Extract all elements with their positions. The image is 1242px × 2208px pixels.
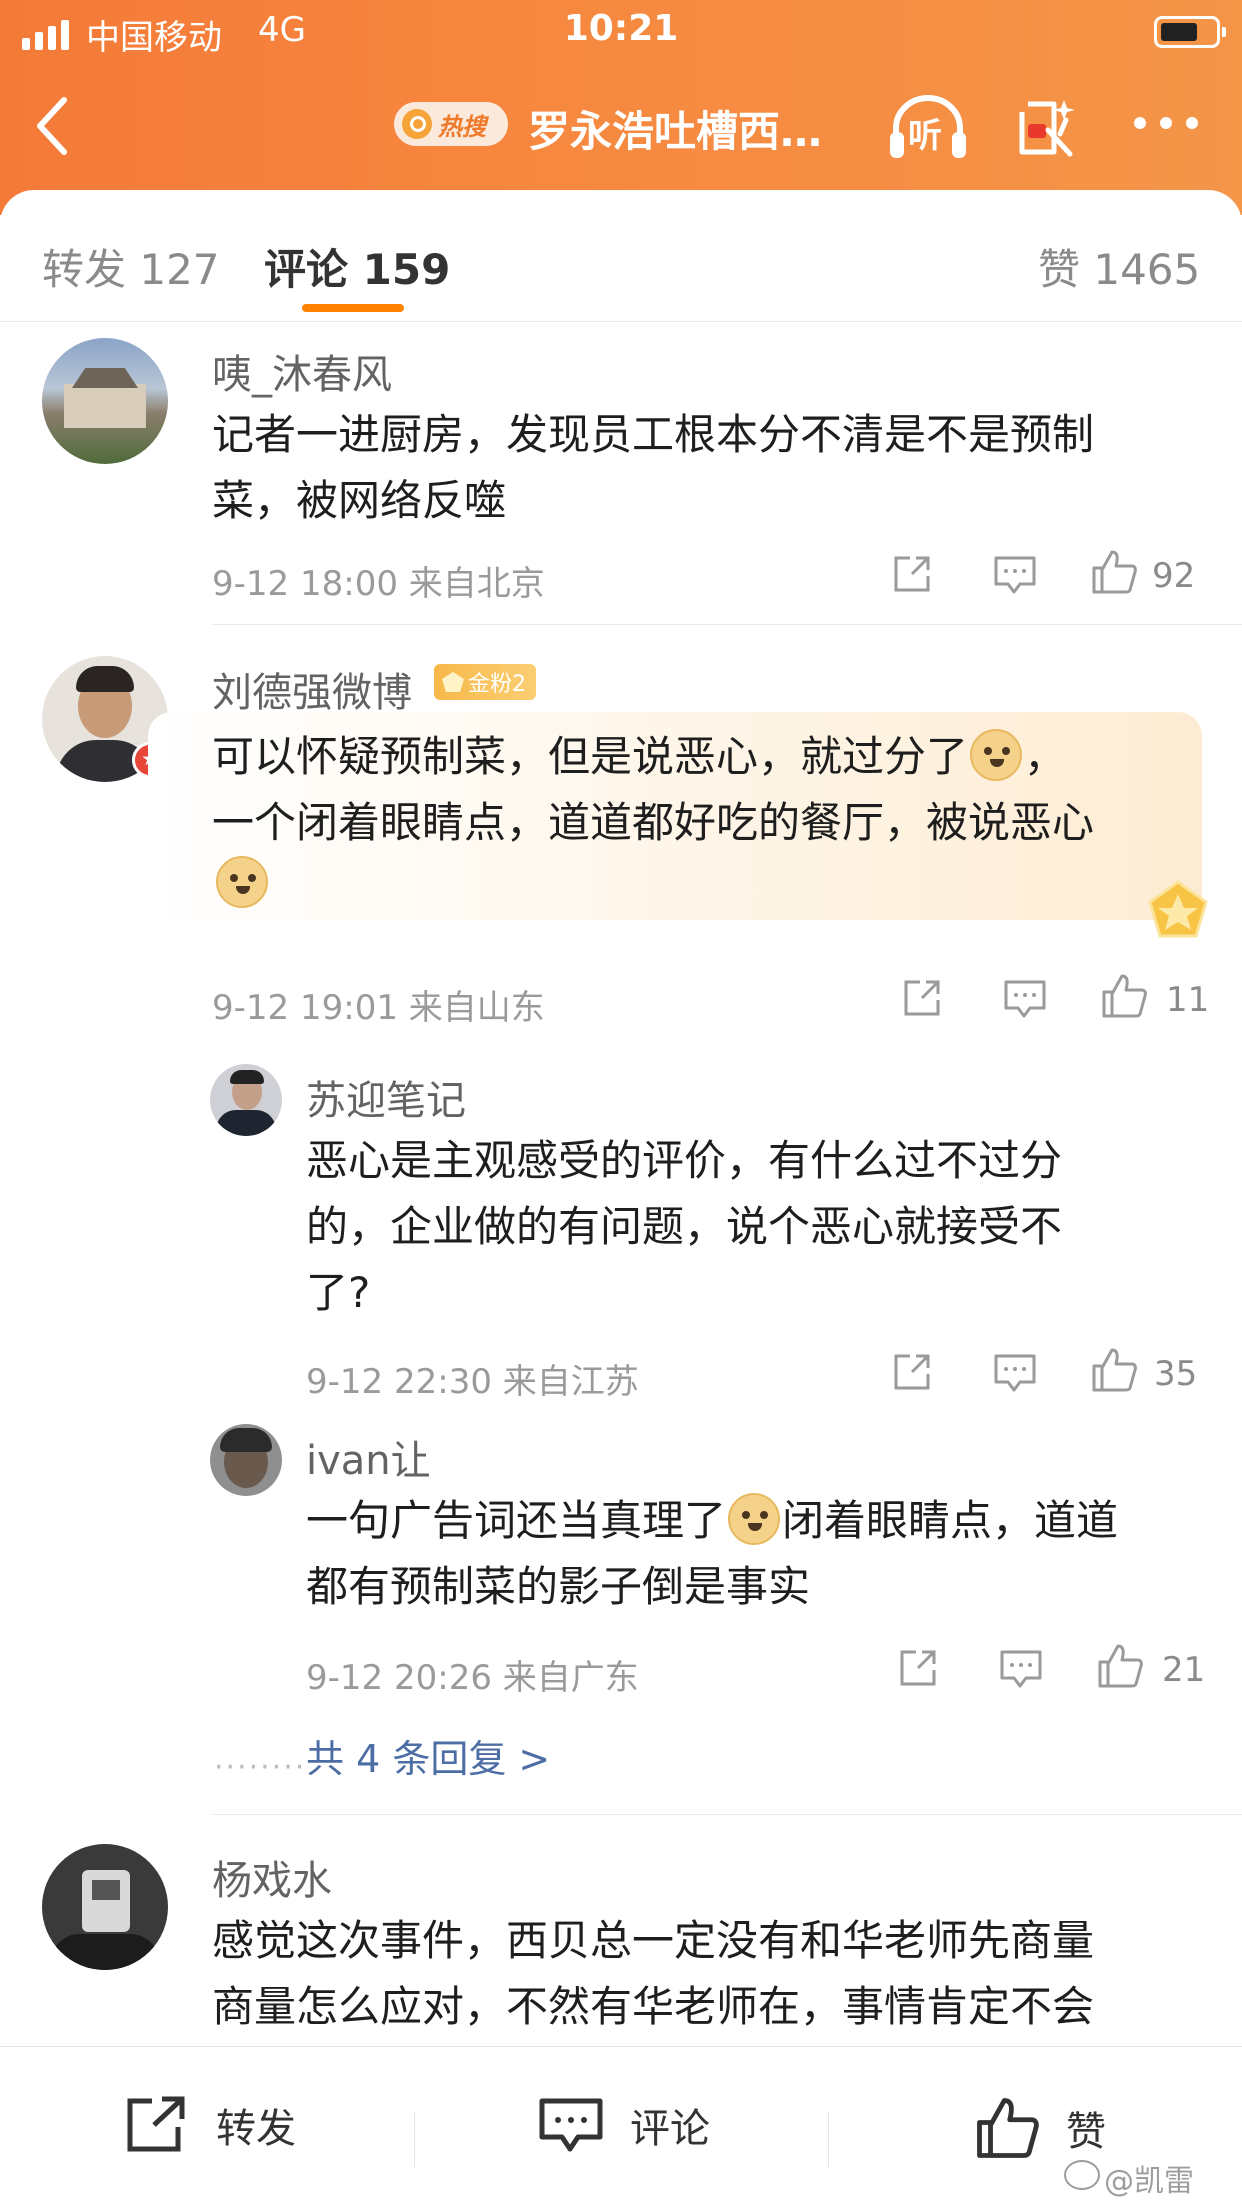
share-icon bbox=[127, 2096, 185, 2152]
hot-search-label: 热搜 bbox=[438, 112, 486, 141]
comment-text-line bbox=[214, 856, 270, 908]
like-icon[interactable] bbox=[1090, 548, 1138, 596]
status-time: 10:21 bbox=[563, 8, 679, 49]
share-icon[interactable] bbox=[890, 1350, 934, 1394]
comment-text-line: 感觉这次事件，西贝总一定没有和华老师先商量 bbox=[212, 1916, 1095, 1965]
status-bar: 中国移动 4G 10:21 bbox=[0, 0, 1242, 62]
tab-repost[interactable]: 转发 127 bbox=[42, 236, 220, 297]
toolbar-separator bbox=[828, 2111, 829, 2167]
reply-meta: 9-12 20:26 来自广东 bbox=[306, 1658, 639, 1698]
hot-search-badge[interactable]: 热搜 bbox=[394, 102, 508, 146]
comment-username[interactable]: 杨戏水 bbox=[212, 1848, 332, 1906]
comment-button[interactable]: 评论 bbox=[538, 2095, 710, 2155]
tab-like[interactable]: 赞 1465 bbox=[1038, 236, 1200, 297]
tab-comment[interactable]: 评论 159 bbox=[264, 236, 450, 297]
comment-username[interactable]: 咦_沐春风 bbox=[212, 342, 392, 400]
reply-text-line: 的，企业做的有问题，说个恶心就接受不 bbox=[306, 1202, 1063, 1251]
share-icon[interactable] bbox=[890, 552, 934, 596]
listen-label: 听 bbox=[908, 116, 942, 156]
reply-text-line: 一句广告词还当真理了 闭着眼睛点，道道 bbox=[306, 1488, 1118, 1554]
avatar[interactable] bbox=[210, 1064, 282, 1136]
like-button[interactable]: 赞 bbox=[974, 2095, 1106, 2161]
comment-meta: 9-12 19:01 来自山东 bbox=[212, 988, 545, 1028]
comment-username[interactable]: 刘德强微博 bbox=[212, 660, 412, 718]
watermark: @凯雷 bbox=[1064, 2156, 1194, 2200]
repost-button[interactable]: 转发 bbox=[124, 2095, 296, 2155]
listen-button[interactable]: 听 bbox=[886, 92, 970, 162]
like-count: 35 bbox=[1154, 1354, 1198, 1394]
reply-username[interactable]: 苏迎笔记 bbox=[306, 1068, 466, 1126]
replies-dotted-line: ········ bbox=[214, 1750, 307, 1785]
comment-icon[interactable] bbox=[992, 1350, 1038, 1394]
fan-badge[interactable]: 金粉2 bbox=[434, 664, 536, 700]
active-tab-indicator bbox=[302, 304, 404, 312]
comment-label: 评论 bbox=[630, 2106, 710, 2152]
bottom-toolbar: 转发 评论 赞 bbox=[0, 2046, 1242, 2208]
more-replies-link[interactable]: 共 4 条回复 > bbox=[306, 1728, 550, 1783]
like-icon bbox=[977, 2098, 1039, 2158]
repost-label: 转发 bbox=[216, 2106, 296, 2152]
medal-icon bbox=[1148, 880, 1208, 938]
like-count: 92 bbox=[1152, 556, 1196, 596]
fan-badge-label: 金粉2 bbox=[468, 672, 526, 697]
reply-text-line: 恶心是主观感受的评价，有什么过不过分 bbox=[306, 1136, 1063, 1185]
search-icon bbox=[402, 109, 432, 139]
comment-text-line: 商量怎么应对，不然有华老师在，事情肯定不会 bbox=[212, 1982, 1095, 2031]
reply-text-segment: 闭着眼睛点，道道 bbox=[782, 1496, 1119, 1545]
page-title[interactable]: 罗永浩吐槽西… bbox=[528, 98, 858, 159]
comment-meta: 9-12 18:00 来自北京 bbox=[212, 564, 545, 604]
comment-icon bbox=[539, 2098, 603, 2152]
doge-emoji-icon bbox=[216, 856, 268, 908]
avatar[interactable] bbox=[42, 338, 168, 464]
divider bbox=[212, 1814, 1242, 1815]
divider bbox=[212, 624, 1242, 625]
share-icon[interactable] bbox=[896, 1646, 940, 1690]
comment-icon[interactable] bbox=[992, 552, 1038, 596]
like-count: 21 bbox=[1162, 1650, 1206, 1690]
like-icon[interactable] bbox=[1090, 1346, 1138, 1394]
doge-emoji-icon bbox=[728, 1493, 781, 1545]
toolbar-separator bbox=[414, 2111, 415, 2167]
share-icon[interactable] bbox=[900, 976, 944, 1020]
comment-text-line: 可以怀疑预制菜，但是说恶心，就过分了 ， bbox=[212, 724, 1066, 790]
like-label: 赞 bbox=[1066, 2109, 1106, 2155]
comment-text-line: 菜，被网络反噬 bbox=[212, 476, 507, 525]
tab-bar: 转发 127 评论 159 赞 1465 bbox=[0, 190, 1242, 322]
battery-icon bbox=[1154, 16, 1226, 48]
reply-username[interactable]: ivan让 bbox=[306, 1428, 431, 1486]
top-header: 中国移动 4G 10:21 热搜 罗永浩吐槽西… 听 bbox=[0, 0, 1242, 215]
reply-text-line: 了? bbox=[306, 1268, 371, 1317]
more-icon[interactable] bbox=[1134, 117, 1198, 129]
comment-icon[interactable] bbox=[998, 1646, 1044, 1690]
comment-text-segment: ， bbox=[1024, 732, 1067, 781]
red-packet-icon[interactable] bbox=[1014, 90, 1078, 160]
comment-icon[interactable] bbox=[1002, 976, 1048, 1020]
like-icon[interactable] bbox=[1096, 1642, 1144, 1690]
reply-text-segment: 一句广告词还当真理了 bbox=[306, 1496, 727, 1545]
back-icon[interactable] bbox=[34, 96, 70, 156]
like-count: 11 bbox=[1166, 980, 1210, 1020]
avatar[interactable] bbox=[210, 1424, 282, 1496]
comment-text-segment: 可以怀疑预制菜，但是说恶心，就过分了 bbox=[212, 732, 969, 781]
gem-icon bbox=[442, 672, 464, 692]
like-icon[interactable] bbox=[1100, 972, 1148, 1020]
comment-text-line: 记者一进厨房，发现员工根本分不清是不是预制 bbox=[212, 410, 1095, 459]
reply-meta: 9-12 22:30 来自江苏 bbox=[306, 1362, 639, 1402]
doge-emoji-icon bbox=[970, 729, 1023, 781]
comment-text-line: 一个闭着眼睛点，道道都好吃的餐厅，被说恶心 bbox=[212, 798, 1095, 847]
reply-text-line: 都有预制菜的影子倒是事实 bbox=[306, 1562, 811, 1611]
avatar[interactable] bbox=[42, 1844, 168, 1970]
